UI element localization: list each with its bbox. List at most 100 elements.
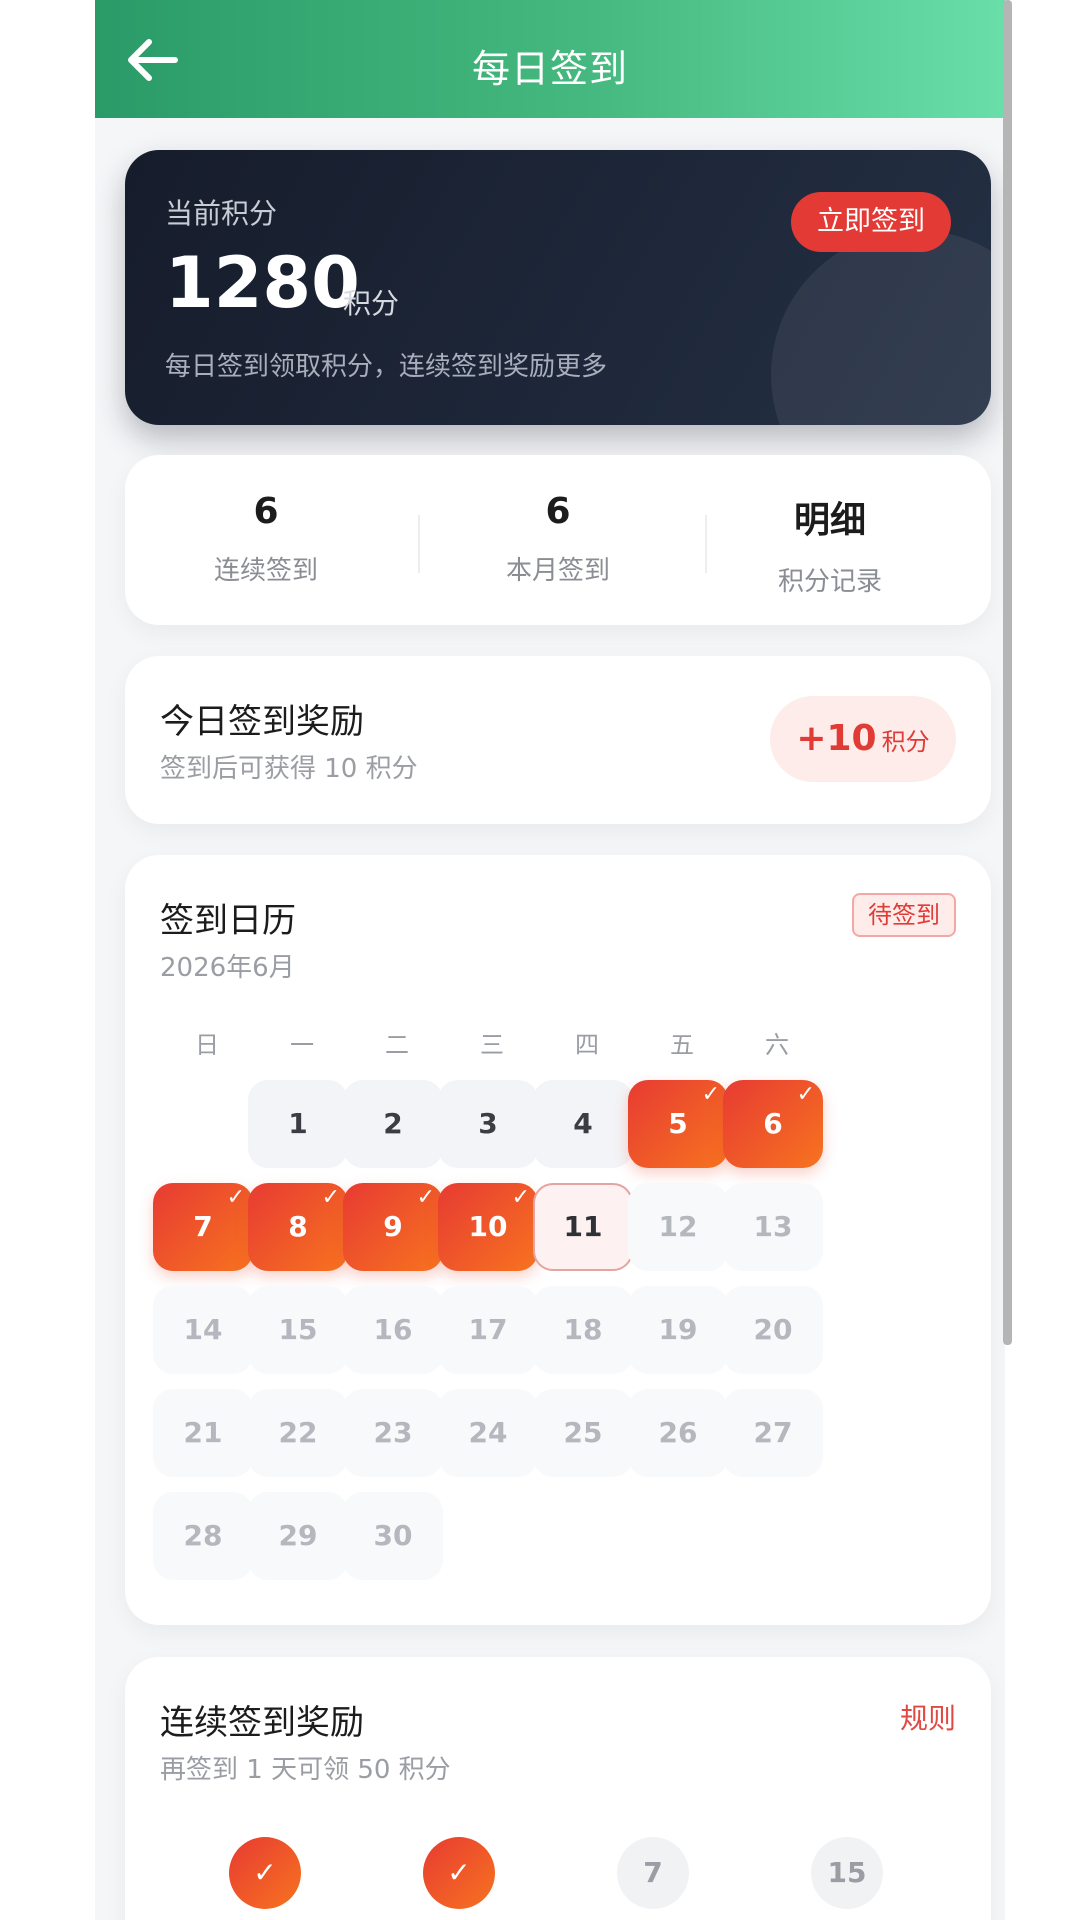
day-number: 28 — [183, 1519, 223, 1552]
status-badge: 待签到 — [852, 893, 956, 937]
calendar-day-16[interactable]: 16 — [343, 1286, 443, 1374]
calendar-day-23[interactable]: 23 — [343, 1389, 443, 1477]
calendar-day-29[interactable]: 29 — [248, 1492, 348, 1580]
day-number: 3 — [478, 1107, 498, 1140]
stats-card: 6 连续签到 6 本月签到 明细 积分记录 — [125, 455, 991, 625]
calendar-day-7[interactable]: 7 ✓ — [153, 1183, 253, 1271]
day-number: 25 — [563, 1416, 603, 1449]
reward-amount-badge: +10 积分 — [770, 696, 956, 782]
milestone-day-badge: 15 — [811, 1837, 883, 1909]
weekday-label: 三 — [480, 1031, 504, 1059]
day-number: 24 — [468, 1416, 508, 1449]
calendar-day-12[interactable]: 12 — [628, 1183, 728, 1271]
day-number: 27 — [753, 1416, 793, 1449]
day-number: 15 — [278, 1313, 318, 1346]
day-number: 8 — [288, 1210, 308, 1243]
page-title: 每日签到 — [471, 47, 628, 91]
day-number: 26 — [658, 1416, 698, 1449]
calendar-title: 签到日历 — [160, 901, 296, 941]
day-number: 16 — [373, 1313, 413, 1346]
day-number: 6 — [763, 1107, 783, 1140]
scrollbar[interactable] — [1003, 0, 1012, 1345]
day-number: 11 — [563, 1210, 603, 1243]
streak-title: 连续签到奖励 — [160, 1703, 364, 1743]
calendar-day-10[interactable]: 10 ✓ — [438, 1183, 538, 1271]
day-number: 1 — [288, 1107, 308, 1140]
app-screen: 每日签到 当前积分 1280 积分 每日签到领取积分，连续签到奖励更多 立即签到… — [95, 0, 1005, 1920]
day-number: 18 — [563, 1313, 603, 1346]
stat-label: 连续签到 — [213, 556, 318, 586]
calendar-day-11[interactable]: 11 — [533, 1183, 633, 1271]
day-number: 22 — [278, 1416, 318, 1449]
day-number: 23 — [373, 1416, 413, 1449]
calendar-day-9[interactable]: 9 ✓ — [343, 1183, 443, 1271]
check-icon: ✓ — [511, 1185, 530, 1210]
calendar-day-26[interactable]: 26 — [628, 1389, 728, 1477]
calendar-day-5[interactable]: 5 ✓ — [628, 1080, 728, 1168]
weekday-label: 二 — [385, 1031, 409, 1059]
day-number: 17 — [468, 1313, 508, 1346]
checkin-calendar-card: 签到日历 2026年6月 待签到 日一二三四五六 1 2 3 4 5 ✓ 6 ✓ 7 ✓ 8 ✓ 9 ✓ 1… — [125, 855, 991, 1625]
calendar-day-15[interactable]: 15 — [248, 1286, 348, 1374]
day-number: 9 — [383, 1210, 403, 1243]
day-number: 13 — [753, 1210, 793, 1243]
calendar-day-25[interactable]: 25 — [533, 1389, 633, 1477]
stat-label: 积分记录 — [777, 567, 882, 597]
calendar-day-6[interactable]: 6 ✓ — [723, 1080, 823, 1168]
day-number: 21 — [183, 1416, 223, 1449]
day-number: 20 — [753, 1313, 793, 1346]
reward-subtitle: 签到后可获得 10 积分 — [160, 754, 418, 784]
reward-unit: 积分 — [881, 728, 930, 756]
calendar-day-19[interactable]: 19 — [628, 1286, 728, 1374]
calendar-day-3[interactable]: 3 — [438, 1080, 538, 1168]
check-icon: ✓ — [226, 1185, 245, 1210]
checkin-button[interactable]: 立即签到 — [791, 192, 951, 252]
app-header: 每日签到 — [95, 0, 1005, 118]
stat-value: 6 — [545, 491, 571, 532]
calendar-month: 2026年6月 — [160, 953, 295, 983]
calendar-day-22[interactable]: 22 — [248, 1389, 348, 1477]
stat-divider — [418, 515, 420, 573]
milestone-day-badge: 7 — [617, 1837, 689, 1909]
calendar-day-21[interactable]: 21 — [153, 1389, 253, 1477]
stat-streak-days: 6 连续签到 — [130, 491, 402, 587]
weekday-label: 六 — [765, 1031, 789, 1059]
calendar-day-24[interactable]: 24 — [438, 1389, 538, 1477]
points-unit: 积分 — [343, 287, 400, 320]
check-icon: ✓ — [321, 1185, 340, 1210]
day-number: 7 — [193, 1210, 213, 1243]
stat-label: 本月签到 — [505, 556, 610, 586]
check-icon: ✓ — [796, 1082, 815, 1107]
points-card: 当前积分 1280 积分 每日签到领取积分，连续签到奖励更多 立即签到 — [125, 150, 991, 425]
day-number: 4 — [573, 1107, 593, 1140]
day-number: 30 — [373, 1519, 413, 1552]
streak-reward-card: 连续签到奖励 再签到 1 天可领 50 积分 规则 ✓ ✓ 7 15 — [125, 1657, 991, 1920]
calendar-day-30[interactable]: 30 — [343, 1492, 443, 1580]
calendar-day-27[interactable]: 27 — [723, 1389, 823, 1477]
day-number: 10 — [468, 1210, 508, 1243]
points-history-link[interactable]: 明细 积分记录 — [694, 491, 966, 598]
day-number: 29 — [278, 1519, 318, 1552]
check-icon: ✓ — [701, 1082, 720, 1107]
rules-link[interactable]: 规则 — [900, 1697, 956, 1737]
weekday-label: 一 — [290, 1031, 314, 1059]
calendar-day-14[interactable]: 14 — [153, 1286, 253, 1374]
calendar-day-17[interactable]: 17 — [438, 1286, 538, 1374]
calendar-day-18[interactable]: 18 — [533, 1286, 633, 1374]
calendar-day-20[interactable]: 20 — [723, 1286, 823, 1374]
calendar-day-1[interactable]: 1 — [248, 1080, 348, 1168]
calendar-day-8[interactable]: 8 ✓ — [248, 1183, 348, 1271]
stat-month-days: 6 本月签到 — [422, 491, 694, 587]
calendar-day-13[interactable]: 13 — [723, 1183, 823, 1271]
check-icon: ✓ — [416, 1185, 435, 1210]
calendar-day-28[interactable]: 28 — [153, 1492, 253, 1580]
day-number: 12 — [658, 1210, 698, 1243]
day-number: 19 — [658, 1313, 698, 1346]
calendar-day-2[interactable]: 2 — [343, 1080, 443, 1168]
streak-subtitle: 再签到 1 天可领 50 积分 — [160, 1755, 451, 1785]
calendar-day-4[interactable]: 4 — [533, 1080, 633, 1168]
decorative-circle — [771, 230, 991, 425]
reward-amount: +10 — [796, 718, 877, 759]
reward-title: 今日签到奖励 — [160, 702, 364, 742]
weekday-label: 五 — [670, 1031, 694, 1059]
